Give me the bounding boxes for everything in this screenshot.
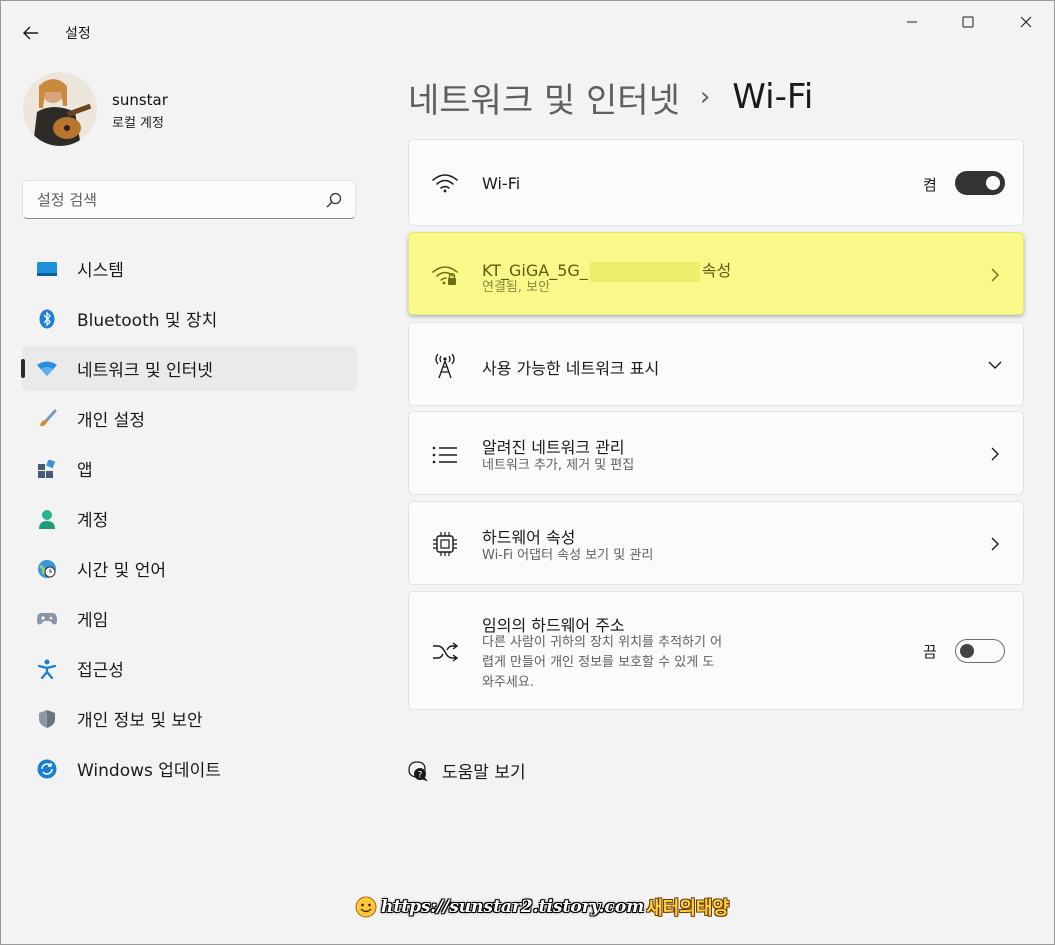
chevron-right-icon bbox=[991, 537, 999, 551]
sidebar-item-label: Windows 업데이트 bbox=[77, 761, 221, 781]
minimize-icon bbox=[907, 21, 917, 23]
sidebar-item-privacy[interactable]: 개인 정보 및 보안 bbox=[22, 696, 357, 741]
wifi-secured-icon bbox=[431, 261, 459, 289]
random-mac-toggle[interactable] bbox=[955, 639, 1005, 663]
gamepad-icon bbox=[37, 609, 57, 629]
update-icon bbox=[37, 759, 57, 779]
maximize-icon bbox=[962, 16, 974, 28]
sidebar-item-system[interactable]: 시스템 bbox=[22, 246, 357, 291]
wifi-toggle-card: Wi-Fi 켬 bbox=[408, 139, 1024, 226]
sidebar-item-personalization[interactable]: 개인 설정 bbox=[22, 396, 357, 441]
svg-text:?: ? bbox=[418, 770, 423, 780]
close-icon bbox=[1020, 16, 1032, 28]
account-type: 로컬 계정 bbox=[112, 116, 164, 131]
random-mac-sub-line: 렵게 만들어 개인 정보를 보호할 수 있게 도 bbox=[482, 655, 715, 670]
available-networks-card[interactable]: 사용 가능한 네트워크 표시 bbox=[408, 322, 1024, 406]
system-icon bbox=[37, 259, 57, 279]
page-title: Wi-Fi bbox=[732, 77, 814, 117]
shuffle-icon bbox=[431, 638, 459, 666]
breadcrumb-separator: › bbox=[699, 82, 711, 112]
hardware-properties-card[interactable]: 하드웨어 속성 Wi-Fi 어댑터 속성 보기 및 관리 bbox=[408, 501, 1024, 585]
brush-icon bbox=[37, 409, 57, 429]
sidebar-item-label: 네트워크 및 인터넷 bbox=[77, 361, 213, 381]
user-name: sunstar bbox=[112, 91, 168, 109]
smiley-icon bbox=[355, 896, 377, 918]
antenna-icon bbox=[431, 351, 459, 379]
known-networks-title: 알려진 네트워크 관리 bbox=[482, 438, 625, 457]
random-mac-sub-line: 다른 사람이 귀하의 장치 위치를 추적하기 어 bbox=[482, 635, 723, 650]
globe-clock-icon bbox=[37, 559, 57, 579]
help-icon: ? bbox=[408, 760, 428, 781]
search-icon[interactable] bbox=[325, 191, 343, 209]
help-link[interactable]: ? 도움말 보기 bbox=[406, 758, 526, 783]
sidebar-item-label: 시간 및 언어 bbox=[77, 561, 167, 581]
sidebar-item-windows-update[interactable]: Windows 업데이트 bbox=[22, 746, 357, 791]
chip-icon bbox=[431, 530, 459, 558]
breadcrumb-parent[interactable]: 네트워크 및 인터넷 bbox=[408, 73, 680, 122]
network-properties-label: 속성 bbox=[701, 261, 732, 280]
list-icon bbox=[431, 441, 459, 469]
shield-icon bbox=[37, 709, 57, 729]
wifi-card-title: Wi-Fi bbox=[482, 174, 521, 193]
sidebar-item-label: 접근성 bbox=[77, 661, 124, 681]
sidebar-item-bluetooth[interactable]: Bluetooth 및 장치 bbox=[22, 296, 357, 341]
sidebar-item-apps[interactable]: 앱 bbox=[22, 446, 357, 491]
title-bar: 설정 bbox=[1, 1, 1054, 63]
breadcrumb: 네트워크 및 인터넷 › Wi-Fi bbox=[408, 73, 814, 122]
sidebar-item-accounts[interactable]: 계정 bbox=[22, 496, 357, 541]
watermark-url: https://sunstar2.tistory.com bbox=[381, 897, 645, 917]
hardware-properties-sub: Wi-Fi 어댑터 속성 보기 및 관리 bbox=[482, 548, 654, 563]
watermark: https://sunstar2.tistory.com 새터의태양 bbox=[355, 894, 729, 920]
watermark-name: 새터의태양 bbox=[646, 898, 730, 919]
avatar-image bbox=[23, 72, 97, 146]
wifi-toggle-state: 켬 bbox=[923, 176, 937, 194]
app-title: 설정 bbox=[65, 26, 91, 42]
sidebar-item-time-language[interactable]: 시간 및 언어 bbox=[22, 546, 357, 591]
sidebar-item-gaming[interactable]: 게임 bbox=[22, 596, 357, 641]
sidebar-item-label: 개인 설정 bbox=[77, 411, 145, 431]
sidebar-item-label: 게임 bbox=[77, 611, 109, 631]
search-input[interactable] bbox=[23, 181, 303, 218]
sidebar-item-label: 앱 bbox=[77, 461, 93, 481]
back-button[interactable] bbox=[17, 19, 45, 47]
known-networks-sub: 네트워크 추가, 제거 및 편집 bbox=[482, 458, 635, 473]
accessibility-icon bbox=[37, 659, 57, 679]
maximize-button[interactable] bbox=[945, 7, 991, 37]
sidebar-item-label: Bluetooth 및 장치 bbox=[77, 311, 218, 331]
random-mac-toggle-state: 끔 bbox=[923, 643, 937, 661]
sidebar-item-accessibility[interactable]: 접근성 bbox=[22, 646, 357, 691]
settings-window: 설정 sunstar 로컬 계정 설정 검색 시스템 Bluetooth 및 장… bbox=[0, 0, 1055, 945]
ssid-redaction bbox=[589, 261, 700, 282]
wifi-toggle[interactable] bbox=[955, 171, 1005, 195]
wifi-icon bbox=[431, 169, 459, 197]
known-networks-card[interactable]: 알려진 네트워크 관리 네트워크 추가, 제거 및 편집 bbox=[408, 411, 1024, 495]
available-networks-title: 사용 가능한 네트워크 표시 bbox=[482, 359, 660, 378]
hardware-properties-title: 하드웨어 속성 bbox=[482, 528, 576, 547]
bluetooth-icon bbox=[37, 309, 57, 329]
random-mac-card: 임의의 하드웨어 주소 다른 사람이 귀하의 장치 위치를 추적하기 어 렵게 … bbox=[408, 591, 1024, 710]
wifi-icon bbox=[37, 359, 57, 379]
sidebar-nav: 시스템 Bluetooth 및 장치 네트워크 및 인터넷 개인 설정 앱 계정… bbox=[21, 246, 357, 796]
random-mac-sub-line: 와주세요. bbox=[482, 675, 534, 690]
minimize-button[interactable] bbox=[889, 7, 935, 37]
sidebar-item-label: 개인 정보 및 보안 bbox=[77, 711, 203, 731]
back-arrow-icon bbox=[23, 26, 38, 40]
connection-status: 연결됨, 보안 bbox=[482, 280, 551, 295]
chevron-right-icon bbox=[991, 447, 999, 461]
avatar[interactable] bbox=[23, 72, 97, 146]
sidebar-item-network[interactable]: 네트워크 및 인터넷 bbox=[21, 346, 357, 391]
search-box[interactable] bbox=[22, 180, 356, 219]
close-button[interactable] bbox=[1003, 7, 1049, 37]
sidebar-item-label: 시스템 bbox=[77, 261, 124, 281]
apps-icon bbox=[37, 459, 57, 479]
random-mac-sub: 다른 사람이 귀하의 장치 위치를 추적하기 어 렵게 만들어 개인 정보를 보… bbox=[482, 633, 722, 693]
chevron-down-icon[interactable] bbox=[987, 357, 1003, 373]
account-icon bbox=[37, 509, 57, 529]
sidebar-item-label: 계정 bbox=[77, 511, 109, 531]
chevron-right-icon bbox=[991, 268, 999, 282]
help-label: 도움말 보기 bbox=[442, 763, 526, 783]
connected-network-card[interactable]: KT_GiGA_5G_ 속성 연결됨, 보안 bbox=[408, 232, 1024, 315]
